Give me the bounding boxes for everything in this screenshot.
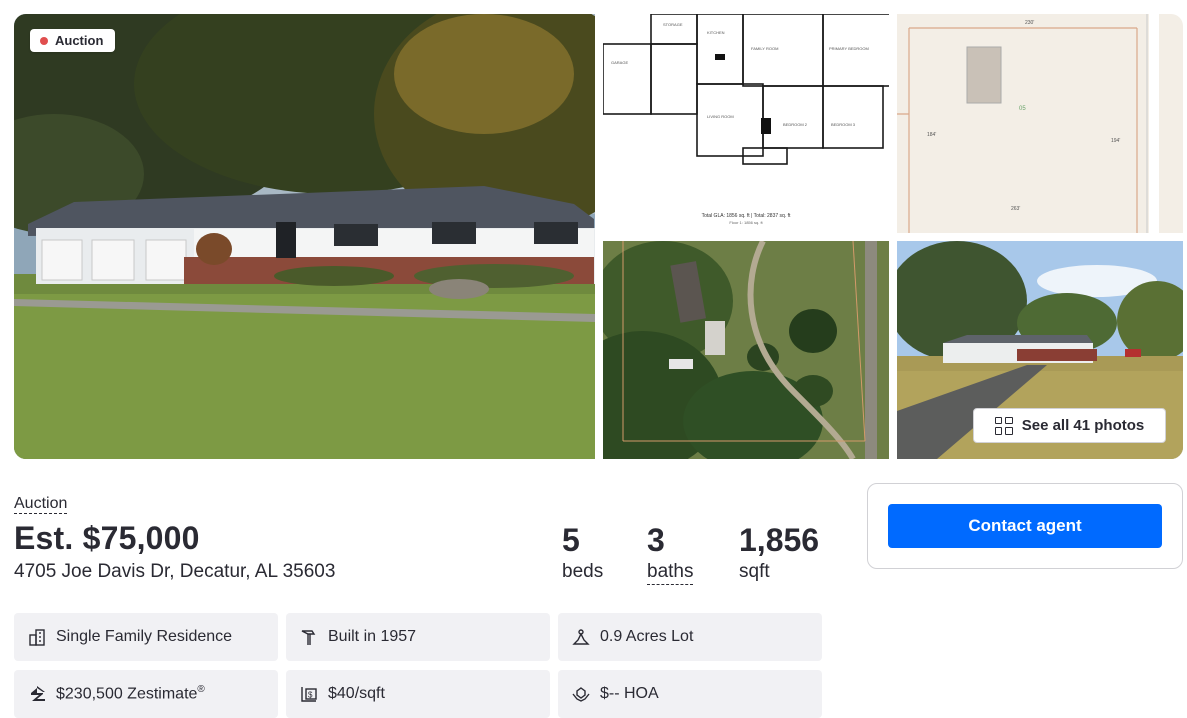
aerial-photo[interactable]: [603, 241, 889, 459]
street-photo[interactable]: See all 41 photos: [897, 241, 1183, 459]
registered-mark: ®: [197, 684, 205, 696]
zestimate-text: $230,500 Zestimate: [56, 685, 198, 703]
svg-text:LIVING ROOM: LIVING ROOM: [707, 114, 734, 119]
auction-status-label[interactable]: Auction: [14, 494, 68, 514]
zillow-logo-icon: [31, 686, 45, 701]
svg-text:STORAGE: STORAGE: [663, 22, 683, 27]
fact-price-per-sqft: $ $40/sqft: [286, 670, 550, 718]
fact-hoa-label: $-- HOA: [600, 685, 659, 702]
svg-text:KITCHEN: KITCHEN: [707, 30, 725, 35]
fact-year-built: Built in 1957: [286, 613, 550, 661]
svg-text:FAMILY ROOM: FAMILY ROOM: [751, 46, 778, 51]
baths-label[interactable]: baths: [647, 560, 694, 585]
see-all-photos-button[interactable]: See all 41 photos: [973, 408, 1166, 443]
fact-zestimate-label: $230,500 Zestimate®: [56, 684, 205, 703]
fact-zestimate[interactable]: $230,500 Zestimate®: [14, 670, 278, 718]
price-tag-icon: $: [301, 687, 317, 702]
svg-text:05: 05: [1019, 106, 1026, 112]
fact-home-type-label: Single Family Residence: [56, 628, 233, 645]
photo-gallery: Auction STORAGE KITCHEN FAMILY ROOM PRIM…: [14, 14, 1183, 459]
svg-text:194': 194': [1111, 138, 1120, 144]
contact-agent-button[interactable]: Contact agent: [888, 504, 1162, 548]
svg-text:BEDROOM 2: BEDROOM 2: [783, 122, 808, 127]
svg-text:184': 184': [927, 132, 936, 138]
main-house-photo[interactable]: Auction: [14, 14, 595, 459]
hammer-icon: [301, 630, 316, 645]
fact-lot-size-label: 0.9 Acres Lot: [600, 628, 694, 645]
property-address: 4705 Joe Davis Dr, Decatur, AL 35603: [14, 561, 336, 582]
svg-text:$: $: [308, 691, 313, 700]
svg-text:BEDROOM 3: BEDROOM 3: [831, 122, 856, 127]
lot-size-icon: [572, 629, 590, 645]
sqft-value: 1,856: [739, 522, 820, 558]
baths-value: 3: [647, 522, 665, 558]
floor-plan-image[interactable]: STORAGE KITCHEN FAMILY ROOM PRIMARY BEDR…: [603, 14, 889, 233]
auction-badge: Auction: [30, 29, 116, 52]
beds-value: 5: [562, 522, 580, 558]
sqft-label: sqft: [739, 561, 770, 582]
sqft-stat: 1,856 sqft: [739, 520, 819, 584]
estimated-price: Est. $75,000: [14, 520, 200, 556]
baths-stat: 3 baths: [647, 520, 694, 585]
svg-text:GARAGE: GARAGE: [611, 60, 628, 65]
facts-grid: Single Family Residence Built in 1957 0.…: [14, 613, 822, 718]
fact-year-built-label: Built in 1957: [328, 628, 417, 645]
fact-hoa: $-- HOA: [558, 670, 822, 718]
svg-text:Floor 1: 1856 sq. ft: Floor 1: 1856 sq. ft: [729, 220, 763, 225]
fact-home-type: Single Family Residence: [14, 613, 278, 661]
see-all-photos-label: See all 41 photos: [1021, 417, 1145, 434]
status-dot-icon: [40, 36, 48, 45]
plat-map-image[interactable]: 05 230' 184' 194' 263': [897, 14, 1183, 233]
grid-icon: [994, 416, 1013, 435]
svg-text:263': 263': [1011, 206, 1020, 212]
svg-text:PRIMARY BEDROOM: PRIMARY BEDROOM: [829, 46, 869, 51]
beds-label: beds: [562, 561, 604, 582]
hoa-hands-icon: [572, 687, 590, 702]
svg-text:Total GLA: 1856 sq. ft | Total: Total GLA: 1856 sq. ft | Total: 2837 sq.…: [702, 213, 791, 219]
fact-price-per-sqft-label: $40/sqft: [328, 685, 385, 702]
auction-badge-label: Auction: [55, 33, 104, 48]
contact-card: Contact agent: [867, 483, 1183, 569]
building-icon: [29, 629, 45, 646]
svg-text:230': 230': [1025, 20, 1034, 26]
fact-lot-size: 0.9 Acres Lot: [558, 613, 822, 661]
beds-stat: 5 beds: [562, 520, 603, 584]
